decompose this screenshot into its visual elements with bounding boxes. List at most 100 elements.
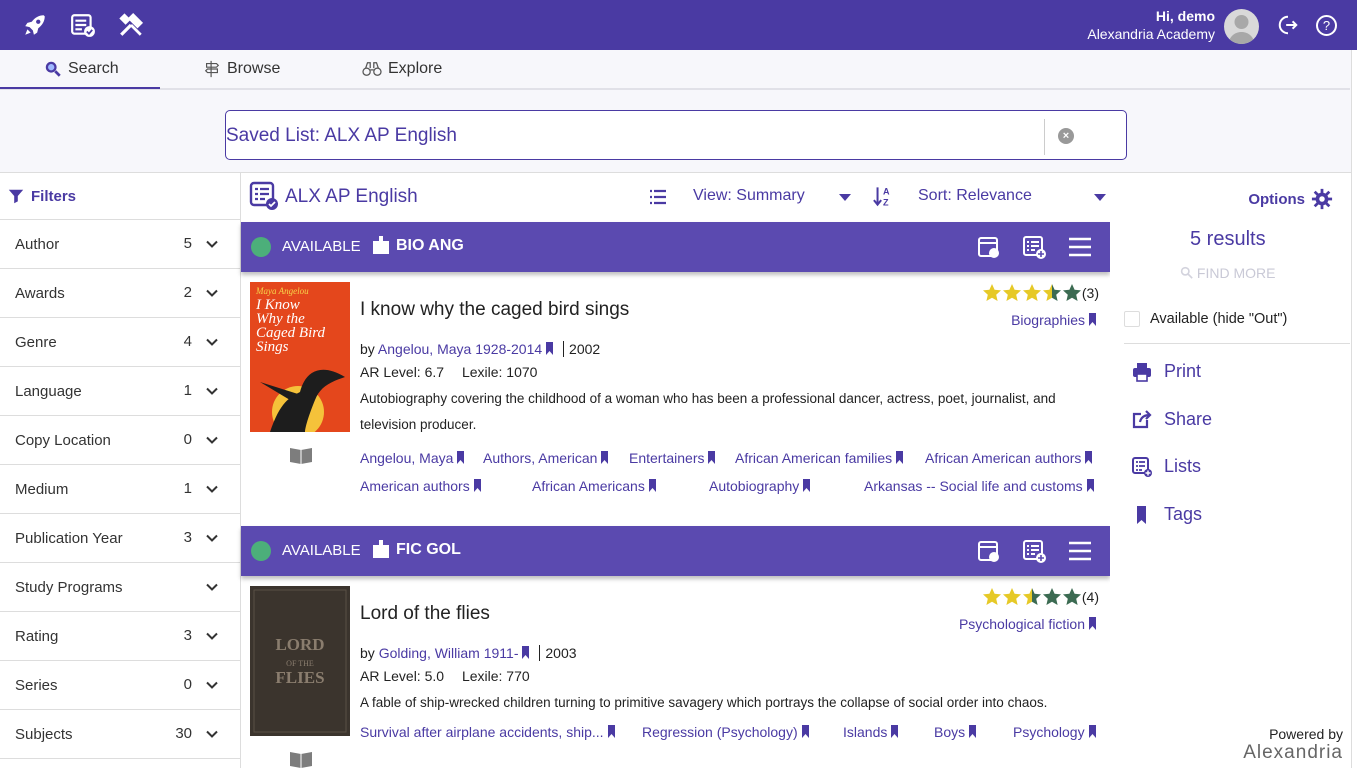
gear-icon: [1311, 188, 1333, 210]
subject-label: Islands: [843, 724, 888, 740]
filter-publication-year[interactable]: Publication Year 3: [0, 514, 240, 563]
subject-link[interactable]: Arkansas -- Social life and customs: [864, 478, 1094, 494]
svg-text:A: A: [883, 187, 890, 197]
subject-link[interactable]: Survival after airplane accidents, ship.…: [360, 724, 615, 740]
subject-link[interactable]: Regression (Psychology): [642, 724, 809, 740]
chevron-down-icon[interactable]: [206, 483, 218, 495]
reading-levels: AR Level: 5.0 Lexile: 770: [360, 668, 530, 684]
subject-link[interactable]: Authors, American: [483, 450, 609, 466]
filter-rating[interactable]: Rating 3: [0, 612, 240, 661]
subject-label: Boys: [934, 724, 966, 740]
subject-link[interactable]: Boys: [934, 724, 977, 740]
chevron-down-icon[interactable]: [206, 434, 218, 446]
subject-link[interactable]: American authors: [360, 478, 481, 494]
filters-header[interactable]: Filters: [0, 173, 240, 220]
filter-language[interactable]: Language 1: [0, 367, 240, 416]
tab-explore[interactable]: Explore: [362, 50, 442, 88]
share-button[interactable]: Share: [1132, 409, 1212, 430]
chevron-down-icon[interactable]: [206, 385, 218, 397]
subject-link[interactable]: Angelou, Maya: [360, 450, 465, 466]
sort-select[interactable]: Sort: Relevance: [918, 187, 1032, 205]
subject-link[interactable]: Entertainers: [629, 450, 716, 466]
checkbox[interactable]: [1124, 311, 1140, 327]
filter-awards[interactable]: Awards 2: [0, 269, 240, 318]
author-link[interactable]: Angelou, Maya 1928-2014: [378, 341, 542, 357]
rating-count: (3): [1081, 285, 1099, 301]
rocket-icon[interactable]: [22, 12, 48, 38]
add-to-list-icon[interactable]: [1022, 235, 1046, 259]
filter-count: 4: [183, 333, 192, 350]
chevron-down-icon[interactable]: [206, 679, 218, 691]
chevron-down-icon[interactable]: [206, 532, 218, 544]
subject-link[interactable]: Psychology: [1013, 724, 1096, 740]
hold-icon[interactable]: [977, 539, 1001, 563]
results-count: 5 results: [1190, 228, 1266, 250]
subject-link[interactable]: Autobiography: [709, 478, 811, 494]
tools-icon[interactable]: [118, 12, 144, 38]
filter-medium[interactable]: Medium 1: [0, 465, 240, 514]
filter-study-programs[interactable]: Study Programs: [0, 563, 240, 612]
subject-link[interactable]: African American families: [735, 450, 904, 466]
filter-author[interactable]: Author 5: [0, 220, 240, 269]
clear-search-icon[interactable]: ×: [1058, 128, 1074, 144]
chevron-down-icon[interactable]: [839, 194, 851, 202]
book-title[interactable]: I know why the caged bird sings: [360, 299, 629, 321]
chevron-down-icon[interactable]: [206, 581, 218, 593]
avatar[interactable]: [1224, 9, 1259, 44]
available-only-label: Available (hide "Out"): [1150, 311, 1288, 327]
available-only-checkbox[interactable]: Available (hide "Out"): [1124, 311, 1287, 327]
options-button[interactable]: Options: [1248, 188, 1333, 210]
author-link[interactable]: Golding, William 1911-: [379, 645, 519, 661]
list-check-icon[interactable]: [70, 12, 96, 38]
book-title[interactable]: Lord of the flies: [360, 603, 490, 625]
book-cover[interactable]: LORD OF THE FLIES: [250, 586, 350, 736]
tab-browse[interactable]: Browse: [203, 50, 280, 88]
lists-button[interactable]: Lists: [1132, 456, 1201, 477]
subject-link[interactable]: Islands: [843, 724, 899, 740]
bookmark-icon[interactable]: [546, 342, 554, 355]
page-scrollbar[interactable]: [1351, 50, 1357, 768]
call-number-icon: [373, 540, 389, 558]
hold-icon[interactable]: [977, 235, 1001, 259]
subject-label: American authors: [360, 478, 470, 494]
options-label: Options: [1248, 190, 1305, 208]
bookmark-icon[interactable]: [522, 646, 530, 659]
filter-label: Series: [15, 677, 58, 694]
print-button[interactable]: Print: [1132, 361, 1201, 382]
filter-subjects[interactable]: Subjects 30: [0, 710, 240, 759]
ebook-icon[interactable]: [289, 748, 313, 768]
chevron-down-icon[interactable]: [206, 238, 218, 250]
filter-label: Language: [15, 383, 82, 400]
share-icon: [1132, 409, 1152, 428]
list-view-icon[interactable]: [649, 189, 667, 205]
filter-genre[interactable]: Genre 4: [0, 318, 240, 367]
find-more-button[interactable]: FIND MORE: [1180, 265, 1275, 281]
bookmark-icon: [1089, 313, 1096, 326]
tab-search[interactable]: Search: [0, 50, 160, 89]
bookmark-icon: [601, 451, 609, 464]
chevron-down-icon[interactable]: [206, 336, 218, 348]
view-select[interactable]: View: Summary: [693, 187, 805, 205]
add-to-list-icon[interactable]: [1022, 539, 1046, 563]
filter-series[interactable]: Series 0: [0, 661, 240, 710]
help-icon[interactable]: ?: [1316, 15, 1337, 36]
logout-icon[interactable]: [1277, 14, 1299, 36]
genre-label: Biographies: [1011, 312, 1085, 328]
chevron-down-icon[interactable]: [206, 287, 218, 299]
genre-link[interactable]: Biographies: [1011, 312, 1096, 328]
subject-link[interactable]: African Americans: [532, 478, 656, 494]
chevron-down-icon[interactable]: [206, 630, 218, 642]
subject-label: Entertainers: [629, 450, 705, 466]
ebook-icon[interactable]: [289, 444, 313, 464]
tags-button[interactable]: Tags: [1132, 504, 1202, 525]
filter-copy-location[interactable]: Copy Location 0: [0, 416, 240, 465]
book-cover[interactable]: Maya Angelou I Know Why the Caged Bird S…: [250, 282, 350, 438]
genre-link[interactable]: Psychological fiction: [959, 616, 1096, 632]
menu-icon[interactable]: [1068, 539, 1092, 563]
menu-icon[interactable]: [1068, 235, 1092, 259]
sort-az-icon[interactable]: AZ: [873, 185, 893, 208]
chevron-down-icon[interactable]: [206, 728, 218, 740]
subject-link[interactable]: African American authors: [925, 450, 1093, 466]
search-input[interactable]: Saved List: ALX AP English ×: [225, 110, 1127, 160]
chevron-down-icon[interactable]: [1094, 194, 1106, 202]
